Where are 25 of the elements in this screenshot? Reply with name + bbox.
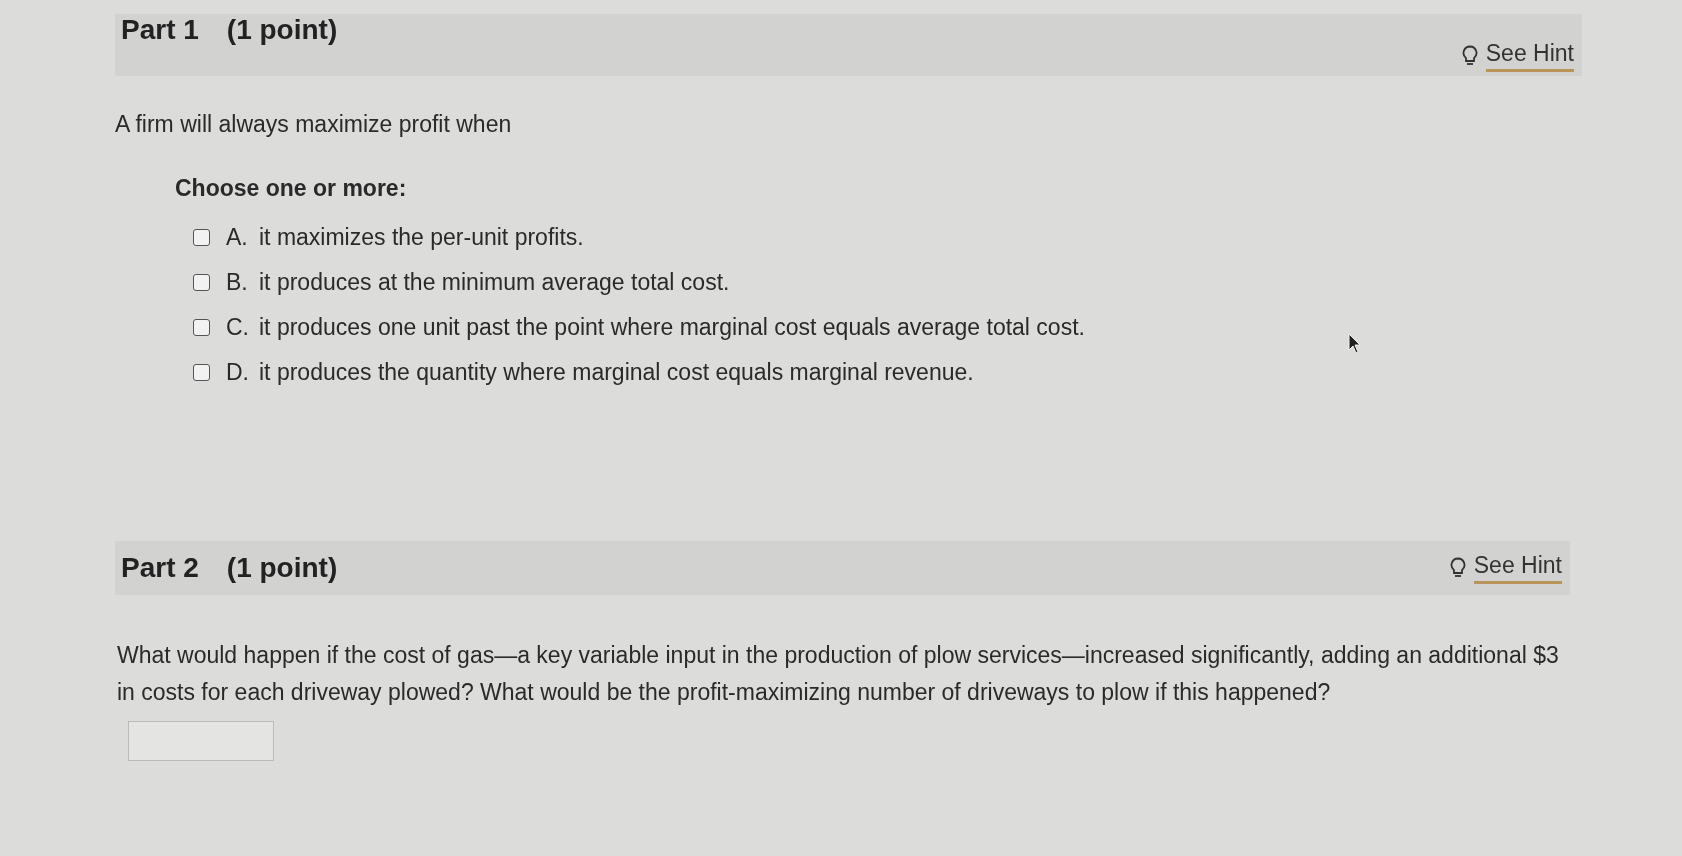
answer-field[interactable] (128, 721, 274, 761)
question-text: What would happen if the cost of gas—a key variable input in the production of plow services—increased significantly, adding an additional $3 in costs for each driveway plowed? What would be the profit-maximizing number of driveways to plow if this happened? (117, 641, 1560, 707)
instruction-text: Choose one or more: (175, 175, 408, 202)
lightbulb-icon (1449, 557, 1466, 579)
lightbulb-icon (1461, 45, 1478, 67)
option-text[interactable]: it produces one unit past the point where marginal cost equals average total cost. (259, 314, 1085, 341)
option-text[interactable]: it produces the quantity where marginal cost equals marginal revenue. (259, 359, 974, 386)
checkbox[interactable] (193, 274, 210, 291)
points-label: (1 point) (226, 14, 338, 46)
option-letter: D. (226, 359, 250, 386)
part-title: Part 2 (121, 552, 199, 584)
option-text[interactable]: it produces at the minimum average total cost. (259, 269, 730, 296)
option-text[interactable]: it maximizes the per-unit profits. (259, 224, 584, 251)
checkbox[interactable] (193, 229, 210, 246)
question-text: A firm will always maximize profit when (115, 110, 513, 139)
option-letter: B. (226, 269, 249, 296)
checkbox[interactable] (193, 319, 210, 336)
hint-link[interactable]: See Hint (1473, 552, 1562, 584)
part-title: Part 1 (121, 14, 199, 46)
points-label: (1 point) (226, 552, 338, 584)
cursor-icon (1348, 333, 1362, 355)
option-letter: C. (226, 314, 250, 341)
checkbox[interactable] (193, 364, 210, 381)
hint-link[interactable]: See Hint (1485, 40, 1574, 72)
option-letter: A. (226, 224, 249, 251)
